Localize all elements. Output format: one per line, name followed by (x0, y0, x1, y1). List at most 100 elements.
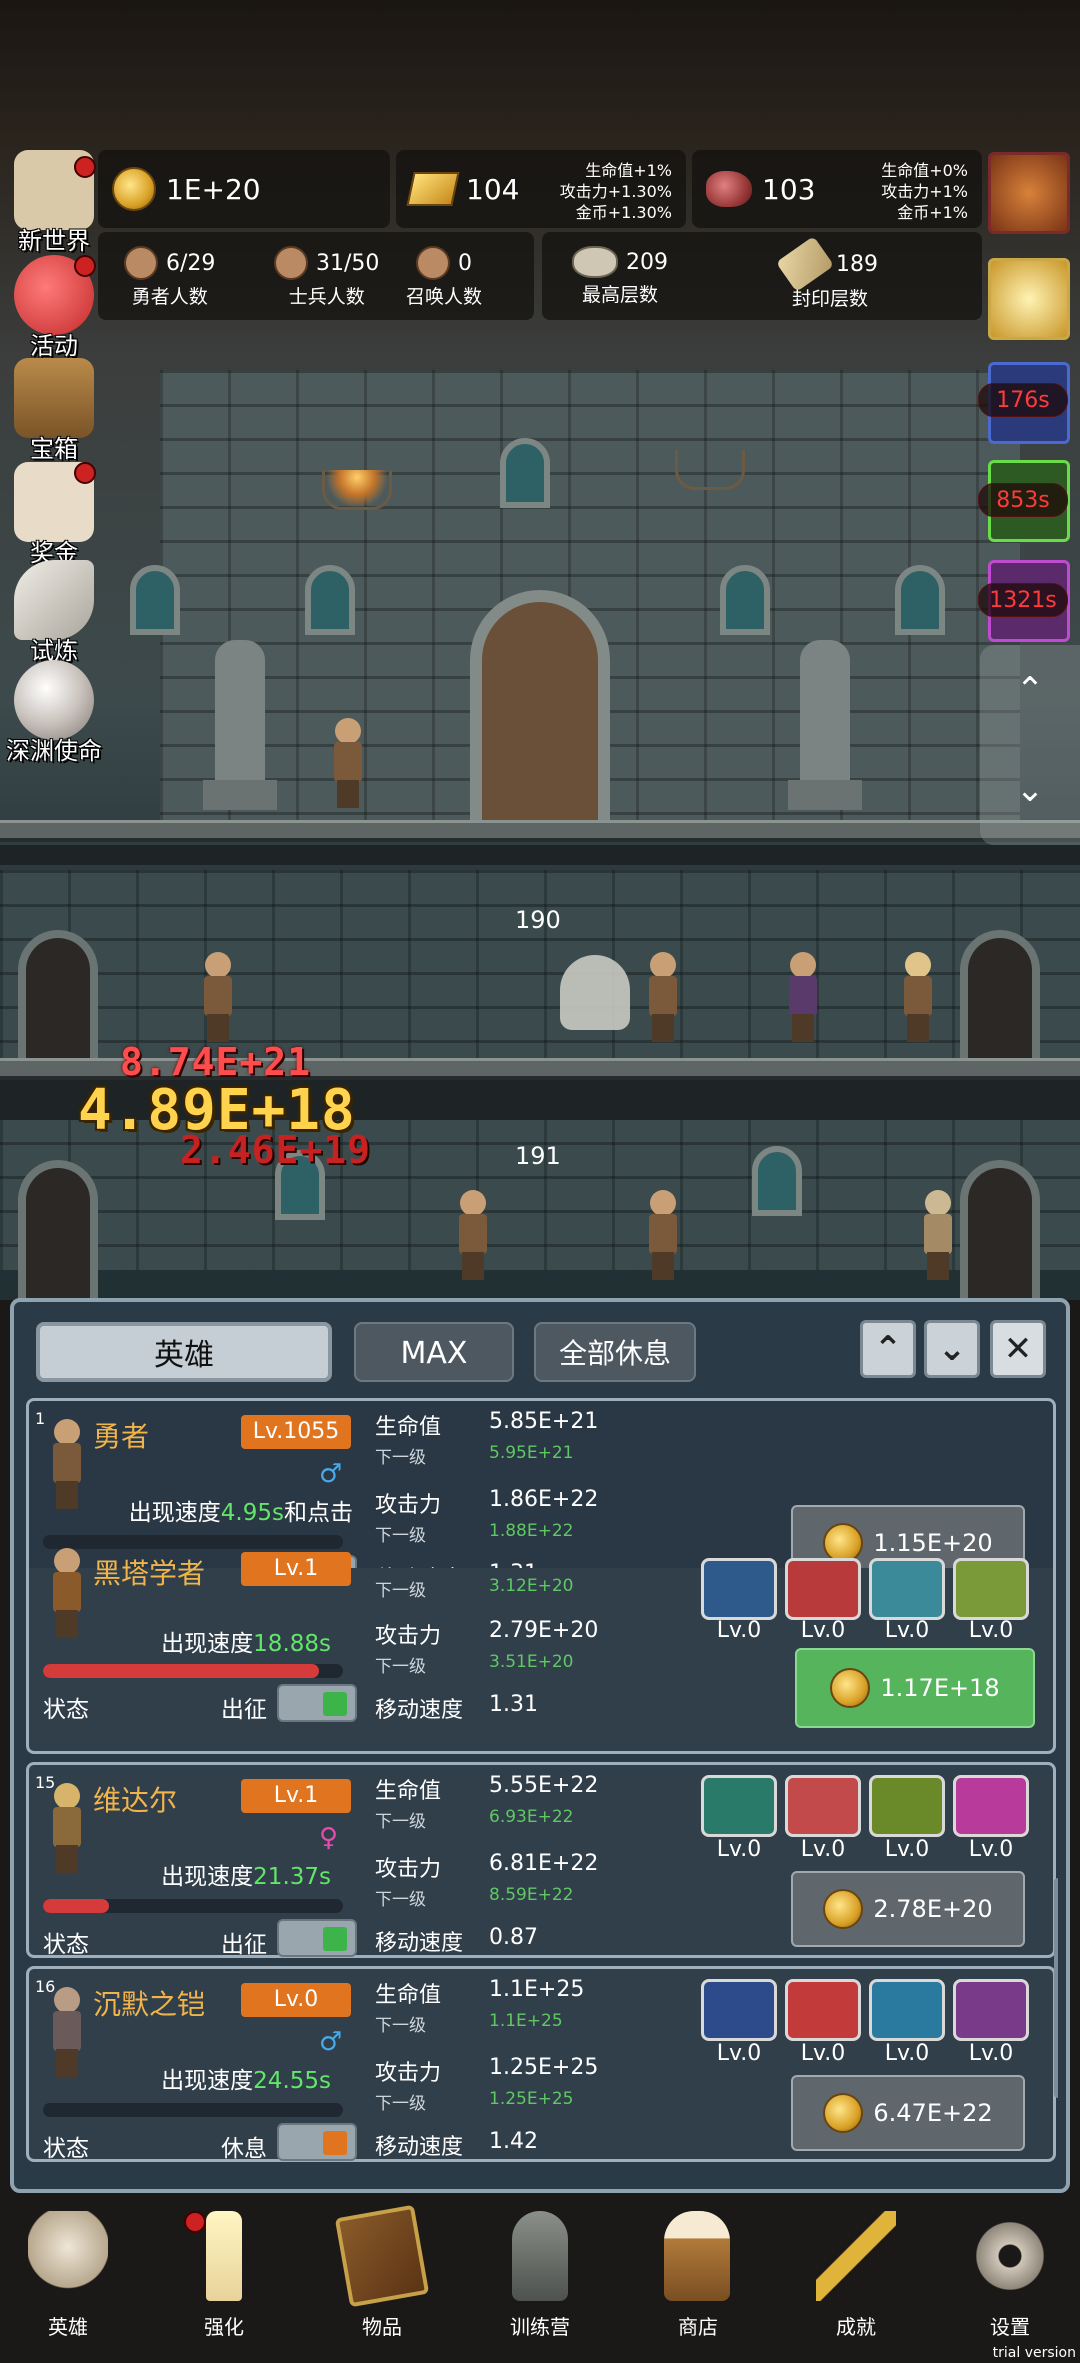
scroll-up-button[interactable]: ⌃ (1010, 670, 1050, 710)
nav-label: 商店 (678, 2315, 718, 2339)
deploy-toggle[interactable] (277, 1684, 357, 1722)
nav-heroes[interactable]: 英雄 (8, 2211, 128, 2341)
sword-skill-icon[interactable] (785, 1558, 861, 1620)
gold-counter: 1E+20 (98, 150, 390, 228)
nav-achievements[interactable]: 成就 (796, 2211, 916, 2341)
skill-level: Lv.0 (800, 1618, 846, 1643)
rest-all-button[interactable]: 全部休息 (534, 1322, 696, 1382)
upgrade-button[interactable]: 2.78E+20 (791, 1871, 1025, 1947)
boot-skill-icon[interactable] (953, 1775, 1029, 1837)
status-label: 状态 (43, 1697, 89, 1723)
atk-value: 2.79E+20 (489, 1618, 599, 1643)
hero-card[interactable]: 15 维达尔 Lv.1 ♀ 出现速度21.37s 状态 出征 生命值 5.55E… (26, 1762, 1056, 1958)
hero-card[interactable]: 黑塔学者 Lv.1 出现速度18.88s 状态 出征 下一级 3.12E+20 … (26, 1548, 1056, 1754)
nav-settings[interactable]: 设置 (950, 2211, 1070, 2341)
candle-buff-button[interactable] (988, 258, 1070, 340)
hero-level-badge: Lv.1055 (241, 1415, 351, 1449)
chandelier (675, 450, 745, 490)
next-label: 下一级 (375, 2016, 426, 2036)
hood-skill-icon[interactable] (953, 1558, 1029, 1620)
fruit-buff-button[interactable] (988, 152, 1070, 234)
gold-coin-icon (823, 2093, 864, 2133)
nav-label: 成就 (836, 2315, 876, 2339)
knight-statue (203, 640, 277, 810)
scroll-down-button[interactable]: ⌄ (1010, 770, 1050, 810)
hero-card[interactable]: 16 沉默之铠 Lv.0 ♂ 出现速度24.55s 状态 休息 生命值 1.1E… (26, 1966, 1056, 2162)
toggle-indicator (323, 1927, 347, 1951)
skill-level: Lv.0 (800, 1837, 846, 1862)
nav-training-camp[interactable]: 训练营 (480, 2211, 600, 2341)
nav-label: 物品 (362, 2315, 402, 2339)
close-button[interactable]: ✕ (990, 1320, 1046, 1378)
menu-bonus[interactable]: 奖金 (4, 462, 104, 567)
mug-icon (664, 2211, 730, 2301)
hero-level-badge: Lv.0 (241, 1983, 351, 2017)
hero-list[interactable]: 1 勇者 Lv.1055 ♂ 出现速度4.95s和点击 状态 出征 生命值 5.… (22, 1398, 1058, 2188)
nav-enhance[interactable]: 强化 (164, 2211, 284, 2341)
list-scrollbar[interactable] (1054, 1878, 1058, 2098)
appear-speed-suffix: 和点击 (284, 1500, 353, 1526)
round-shield-skill-icon[interactable] (701, 1979, 777, 2041)
hood-skill-icon[interactable] (953, 1979, 1029, 2041)
chandelier-lit (322, 470, 392, 510)
sword-skill-icon[interactable] (785, 1979, 861, 2041)
menu-abyss-mission[interactable]: 深渊使命 (4, 660, 104, 765)
upgrade-button[interactable]: 1.17E+18 (795, 1648, 1035, 1728)
appear-speed: 出现速度4.95s和点击 (129, 1493, 353, 1527)
menu-trial[interactable]: 试炼 (4, 560, 104, 665)
hp-next-value: 6.93E+22 (489, 1807, 574, 1827)
skeleton-sprite (920, 1190, 954, 1280)
gold-bar-counter: 104 生命值+1% 攻击力+1.30% 金币+1.30% (396, 150, 686, 228)
appear-speed: 出现速度21.37s (161, 1857, 331, 1891)
bonus-line: 生命值+1% (585, 161, 672, 180)
hp-next-value: 3.12E+20 (489, 1576, 574, 1596)
summon-avatar-icon (416, 246, 450, 280)
hero-hp-bar (43, 1535, 343, 1549)
nav-items[interactable]: 物品 (322, 2204, 442, 2341)
wing-skill-icon[interactable] (869, 1558, 945, 1620)
soldier-count-value: 31/50 (316, 250, 380, 276)
gauntlet-skill-icon[interactable] (869, 1979, 945, 2041)
soldier-sprite (645, 1190, 679, 1280)
deploy-toggle[interactable] (277, 2123, 357, 2161)
atk-label: 攻击力 (375, 1857, 442, 1882)
mage-sprite (785, 952, 819, 1042)
candle-icon (206, 2211, 242, 2301)
female-icon: ♀ (319, 1823, 339, 1853)
upgrade-button[interactable]: 6.47E+22 (791, 2075, 1025, 2151)
max-button[interactable]: MAX (354, 1322, 514, 1382)
seal-floor-value: 189 (836, 251, 878, 277)
nav-shop[interactable]: 商店 (638, 2211, 758, 2341)
leaf-shield-skill-icon[interactable] (701, 1775, 777, 1837)
gold-bar-bonus: 生命值+1% 攻击力+1.30% 金币+1.30% (560, 160, 672, 223)
game-scene[interactable]: 190 191 8.74E+21 2.46E+19 4.89E+18 1E+20… (0, 0, 1080, 1300)
chevron-up-button[interactable]: ⌃ (860, 1320, 916, 1378)
menu-new-world[interactable]: 新世界 (4, 150, 104, 255)
sword-skill-icon[interactable] (785, 1775, 861, 1837)
window (500, 438, 550, 508)
archway (960, 1160, 1040, 1300)
buff-timer: 853s (978, 483, 1068, 517)
notification-dot (74, 156, 96, 178)
archway (18, 1160, 98, 1300)
menu-label: 活动 (30, 332, 78, 360)
appear-speed-label: 出现速度 (161, 2068, 254, 2094)
hp-next-value: 5.95E+21 (489, 1443, 574, 1463)
atk-value: 1.25E+25 (489, 2055, 599, 2080)
menu-event[interactable]: 活动 (4, 255, 104, 360)
deploy-toggle[interactable] (277, 1919, 357, 1957)
bonus-line: 生命值+0% (881, 161, 968, 180)
skill-level: Lv.0 (884, 1618, 930, 1643)
floor-number: 191 (515, 1142, 561, 1170)
shield-skill-icon[interactable] (701, 1558, 777, 1620)
skill-level: Lv.0 (884, 2041, 930, 2066)
menu-chest[interactable]: 宝箱 (4, 358, 104, 463)
chevron-down-button[interactable]: ⌄ (924, 1320, 980, 1378)
floor-ledge (0, 820, 1080, 842)
tab-heroes[interactable]: 英雄 (36, 1322, 332, 1382)
staff-skill-icon[interactable] (869, 1775, 945, 1837)
buff-timer: 176s (978, 383, 1068, 417)
best-floor: 209 最高层数 (572, 246, 668, 307)
window (305, 565, 355, 635)
hero-rank: 1 (35, 1409, 46, 1428)
